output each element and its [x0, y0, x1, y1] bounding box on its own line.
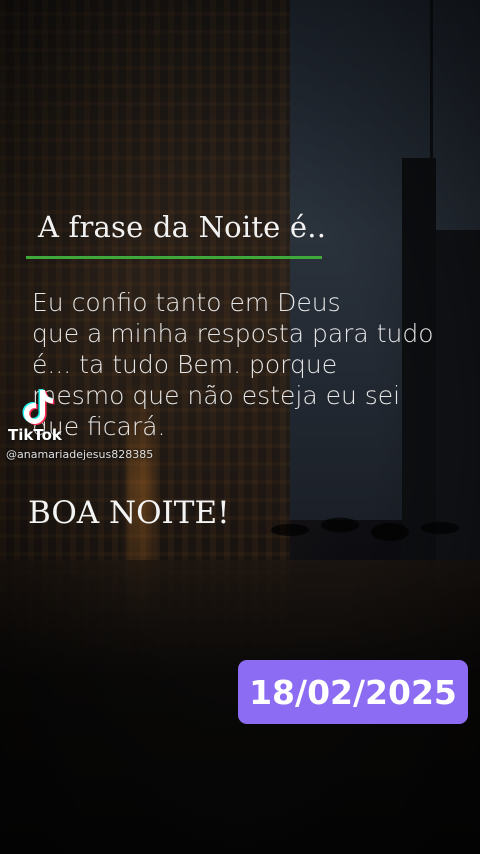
tiktok-username: @anamariadejesus828385	[6, 448, 154, 461]
tiktok-watermark: TikTok @anamariadejesus828385	[6, 388, 186, 468]
tiktok-logo-icon	[22, 389, 55, 425]
greeting-text: BOA NOITE!	[28, 495, 230, 531]
tiktok-app-name: TikTok	[8, 426, 62, 444]
phrase-title: A frase da Noite é..	[38, 210, 327, 244]
title-underline	[26, 256, 322, 259]
date-text: 18/02/2025	[249, 672, 457, 712]
date-badge: 18/02/2025	[238, 660, 468, 724]
